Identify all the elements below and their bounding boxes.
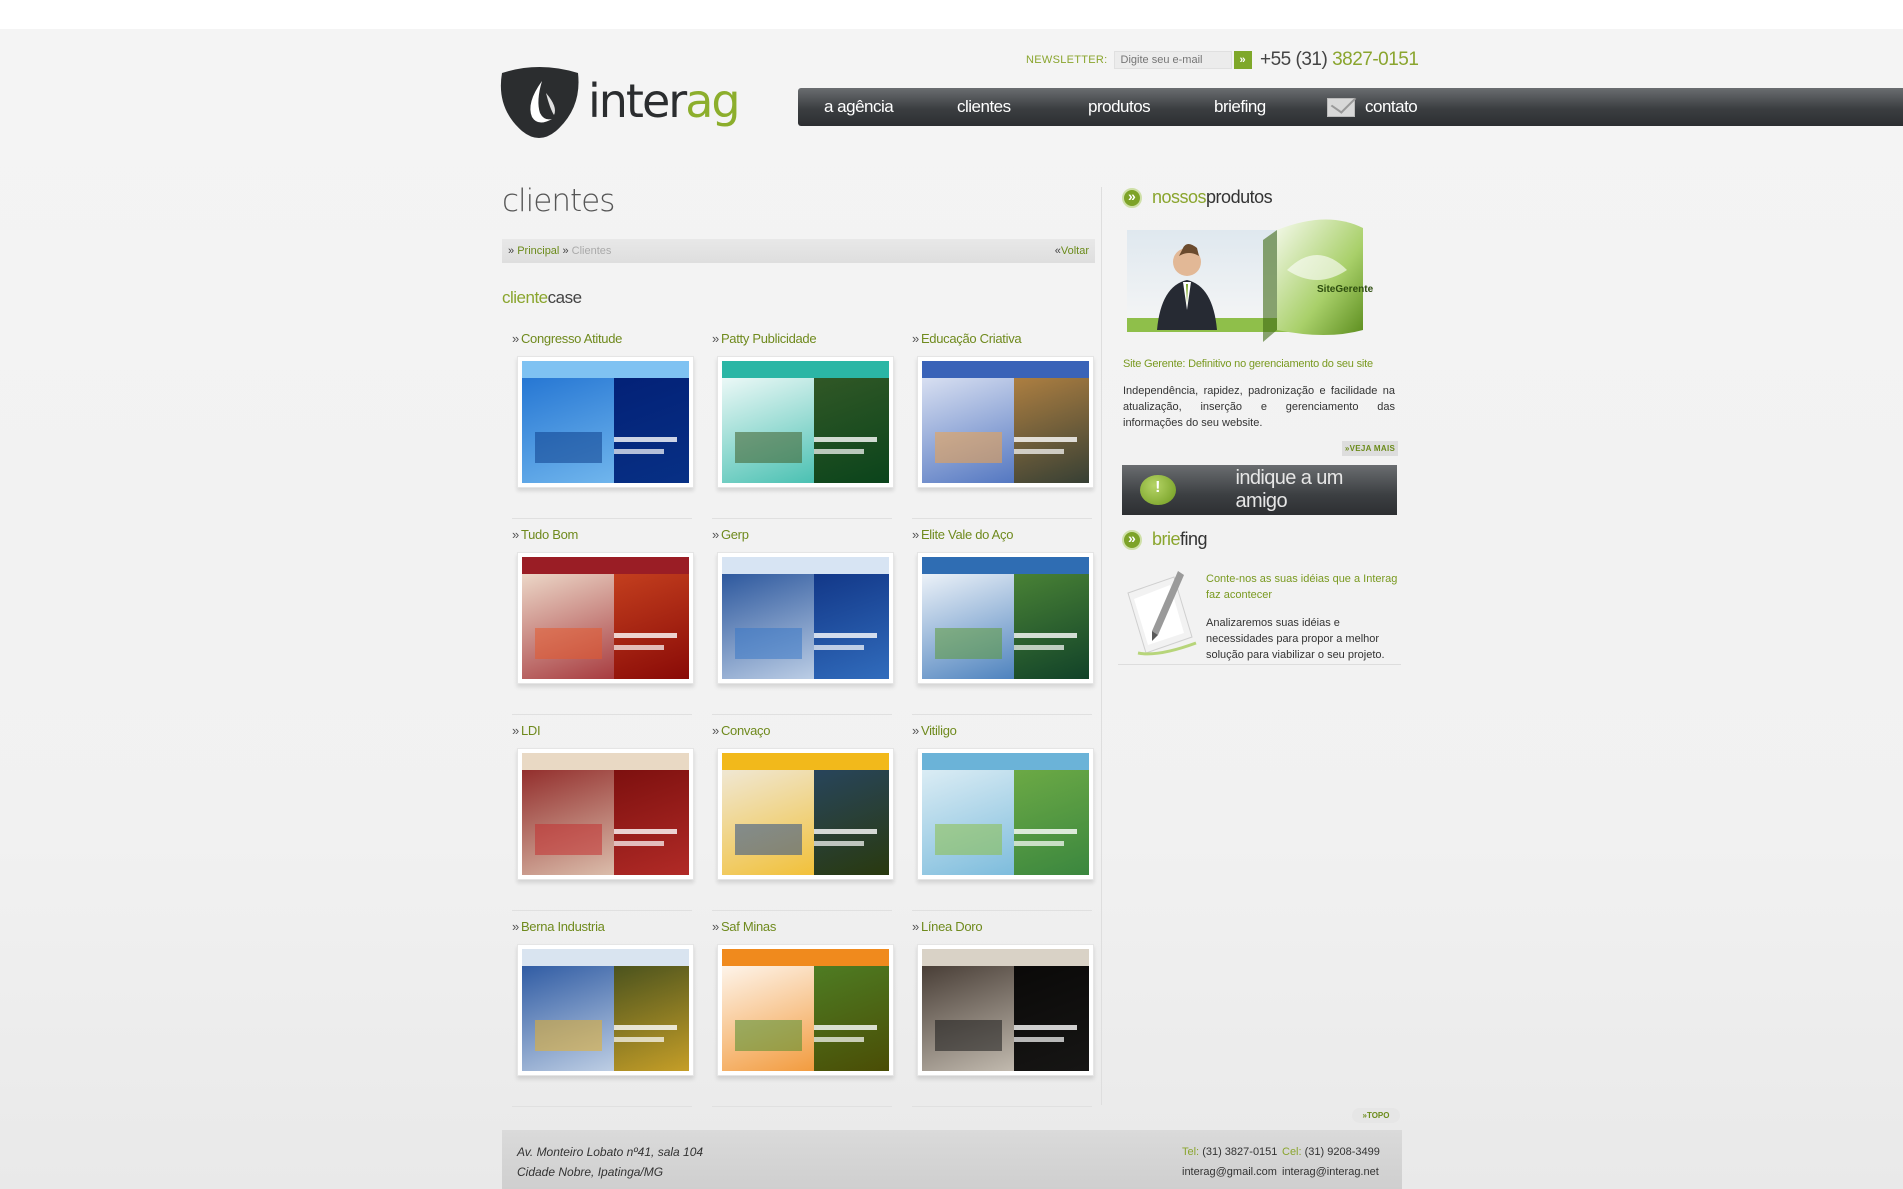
breadcrumb: » Principal » Clientes «Voltar	[502, 239, 1095, 263]
client-case-name[interactable]: » Berna Industria	[512, 919, 702, 937]
products-description: Independência, rapidez, padronização e f…	[1123, 385, 1395, 429]
client-case-name[interactable]: » Educação Criativa	[912, 331, 1102, 349]
client-case-name[interactable]: » Convaço	[712, 723, 902, 741]
client-case-divider	[712, 518, 892, 519]
page-title: clientes	[502, 183, 615, 219]
client-case-thumbnail[interactable]	[517, 552, 694, 684]
client-case-divider	[912, 714, 1092, 715]
client-case[interactable]: » Convaço	[712, 723, 902, 913]
speech-bubble-icon	[1140, 475, 1176, 505]
products-box-label: SiteGerente	[1317, 284, 1374, 295]
client-case-name[interactable]: » Elite Vale do Aço	[912, 527, 1102, 545]
client-case-thumbnail[interactable]	[917, 748, 1094, 880]
client-case-divider	[512, 714, 692, 715]
products-banner-image[interactable]: SiteGerente	[1127, 200, 1395, 350]
client-case-name[interactable]: » Congresso Atitude	[512, 331, 702, 349]
nav-item-briefing[interactable]: briefing	[1214, 88, 1266, 126]
client-case-name[interactable]: » Gerp	[712, 527, 902, 545]
footer-tel: Tel: (31) 3827-0151	[1182, 1146, 1278, 1158]
indique-amigo-button[interactable]: indique a um amigo	[1122, 465, 1397, 515]
client-case-divider	[712, 1106, 892, 1107]
newsletter-email-input[interactable]	[1113, 51, 1232, 69]
newsletter-form: NEWSLETTER: »	[1026, 50, 1252, 70]
back-to-top-button[interactable]: »TOPO	[1352, 1108, 1400, 1123]
footer: Av. Monteiro Lobato nº41, sala 104 Cidad…	[502, 1130, 1402, 1189]
briefing-lead[interactable]: Conte-nos as suas idéias que a Interag f…	[1206, 571, 1401, 603]
envelope-icon	[1327, 98, 1355, 118]
client-case-divider	[912, 910, 1092, 911]
top-band	[0, 0, 1903, 29]
paper-pen-icon	[1127, 571, 1197, 656]
client-case-name[interactable]: » Tudo Bom	[512, 527, 702, 545]
client-case[interactable]: » Línea Doro	[912, 919, 1102, 1109]
client-case[interactable]: » Elite Vale do Aço	[912, 527, 1102, 717]
client-case[interactable]: » Patty Publicidade	[712, 331, 902, 521]
newsletter-label: NEWSLETTER:	[1026, 54, 1108, 66]
footer-email-1[interactable]: interag@gmail.com	[1182, 1162, 1282, 1182]
footer-address: Av. Monteiro Lobato nº41, sala 104 Cidad…	[517, 1145, 704, 1179]
newsletter-submit-button[interactable]: »	[1233, 51, 1252, 69]
client-case-divider	[512, 518, 692, 519]
client-case[interactable]: » Gerp	[712, 527, 902, 717]
client-case[interactable]: » Congresso Atitude	[512, 331, 702, 521]
client-case-thumbnail[interactable]	[717, 356, 894, 488]
client-case[interactable]: » Berna Industria	[512, 919, 702, 1109]
nav-item-agencia[interactable]: a agência	[824, 88, 894, 126]
client-case-thumbnail[interactable]	[517, 356, 694, 488]
client-case-name[interactable]: » Patty Publicidade	[712, 331, 902, 349]
client-case-thumbnail[interactable]	[917, 356, 1094, 488]
logo-icon	[500, 67, 579, 138]
client-case[interactable]: » Vitiligo	[912, 723, 1102, 913]
logo[interactable]: interag	[496, 63, 741, 143]
client-case-name[interactable]: » Vitiligo	[912, 723, 1102, 741]
nav-item-produtos[interactable]: produtos	[1088, 88, 1151, 126]
client-case-divider	[712, 910, 892, 911]
logo-wordmark: interag	[588, 74, 741, 128]
veja-mais-button[interactable]: »VEJA MAIS	[1342, 441, 1398, 456]
briefing-divider	[1118, 664, 1401, 665]
client-case-thumbnail[interactable]	[517, 748, 694, 880]
client-case-thumbnail[interactable]	[517, 944, 694, 1076]
client-case-name[interactable]: » Línea Doro	[912, 919, 1102, 937]
client-case-thumbnail[interactable]	[917, 552, 1094, 684]
section-title: clientecase	[502, 288, 582, 307]
footer-email-2[interactable]: interag@interag.net	[1282, 1162, 1382, 1182]
client-case-divider	[512, 910, 692, 911]
client-case-thumbnail[interactable]	[717, 748, 894, 880]
client-case-thumbnail[interactable]	[917, 944, 1094, 1076]
client-case-divider	[912, 518, 1092, 519]
back-link[interactable]: Voltar	[1061, 245, 1089, 257]
breadcrumb-home-link[interactable]: Principal	[517, 245, 559, 257]
products-caption[interactable]: Site Gerente: Definitivo no gerenciament…	[1123, 358, 1373, 370]
briefing-text: Analizaremos suas idéias e necessidades …	[1206, 617, 1385, 661]
client-case[interactable]: » Saf Minas	[712, 919, 902, 1109]
column-divider	[1101, 187, 1102, 1105]
client-case-thumbnail[interactable]	[717, 944, 894, 1076]
client-case-divider	[912, 1106, 1092, 1107]
client-case-name[interactable]: » Saf Minas	[712, 919, 902, 937]
breadcrumb-current: Clientes	[571, 245, 612, 257]
arrow-bullet-icon	[1122, 529, 1142, 550]
client-case-divider	[712, 714, 892, 715]
footer-cel: Cel: (31) 9208-3499	[1282, 1146, 1380, 1158]
client-case[interactable]: » LDI	[512, 723, 702, 913]
client-case-thumbnail[interactable]	[717, 552, 894, 684]
main-nav: a agência clientes produtos briefing con…	[798, 88, 1903, 126]
client-case-name[interactable]: » LDI	[512, 723, 702, 741]
nav-item-clientes[interactable]: clientes	[957, 88, 1011, 126]
footer-contacts: Tel: (31) 3827-0151 Cel: (31) 9208-3499 …	[1182, 1142, 1382, 1182]
client-case[interactable]: » Tudo Bom	[512, 527, 702, 717]
client-case[interactable]: » Educação Criativa	[912, 331, 1102, 521]
client-case-divider	[512, 1106, 692, 1107]
header-phone: +55 (31) 3827-0151	[1260, 49, 1419, 70]
briefing-heading: briefing	[1122, 529, 1208, 550]
nav-item-contato[interactable]: contato	[1327, 88, 1418, 126]
